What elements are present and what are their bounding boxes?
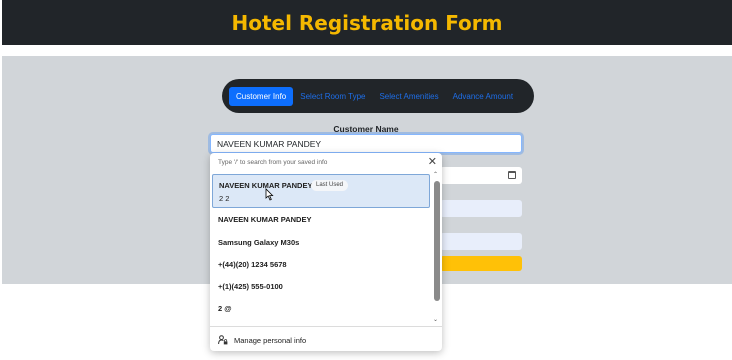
manage-personal-info-button[interactable]: Manage personal info <box>218 335 306 345</box>
mouse-cursor-icon <box>265 188 274 201</box>
suggestion-detail: 2 2 <box>219 194 230 203</box>
customer-name-label: Customer Name <box>333 124 399 134</box>
page-header: Hotel Registration Form <box>2 0 732 45</box>
close-icon[interactable]: ✕ <box>428 155 437 169</box>
tab-customer-info[interactable]: Customer Info <box>229 86 294 106</box>
form-field[interactable] <box>440 233 522 250</box>
autofill-suggestion[interactable]: 2 @ <box>218 304 232 313</box>
scroll-down-icon[interactable]: ⌄ <box>433 316 438 323</box>
autofill-search-hint[interactable]: Type '/' to search from your saved info <box>218 159 327 166</box>
autofill-suggestion-selected[interactable]: NAVEEN KUMAR PANDEY Last Used 2 2 <box>212 174 430 208</box>
form-field[interactable] <box>440 200 522 217</box>
tab-select-amenities[interactable]: Select Amenities <box>372 87 445 106</box>
divider <box>210 326 442 327</box>
calendar-icon[interactable] <box>508 171 516 179</box>
autofill-suggestion[interactable]: +(1)(425) 555-0100 <box>218 282 283 291</box>
scrollbar-thumb[interactable] <box>434 181 440 301</box>
person-lock-icon <box>218 335 228 345</box>
form-tabs: Customer Info Select Room Type Select Am… <box>222 79 534 113</box>
autofill-dropdown: Type '/' to search from your saved info … <box>210 153 442 351</box>
submit-button[interactable] <box>440 256 522 271</box>
customer-name-input[interactable] <box>210 134 522 153</box>
tab-advance-amount[interactable]: Advance Amount <box>446 87 520 106</box>
tab-select-room-type[interactable]: Select Room Type <box>293 87 372 106</box>
page-title: Hotel Registration Form <box>231 10 503 35</box>
manage-personal-info-label: Manage personal info <box>234 335 307 345</box>
date-field[interactable] <box>440 167 522 184</box>
autofill-suggestion[interactable]: +(44)(20) 1234 5678 <box>218 260 287 269</box>
autofill-suggestion[interactable]: NAVEEN KUMAR PANDEY <box>218 215 311 224</box>
scroll-up-icon[interactable]: ⌃ <box>433 171 438 178</box>
last-used-badge: Last Used <box>311 180 349 191</box>
autofill-suggestion[interactable]: Samsung Galaxy M30s <box>218 238 299 247</box>
